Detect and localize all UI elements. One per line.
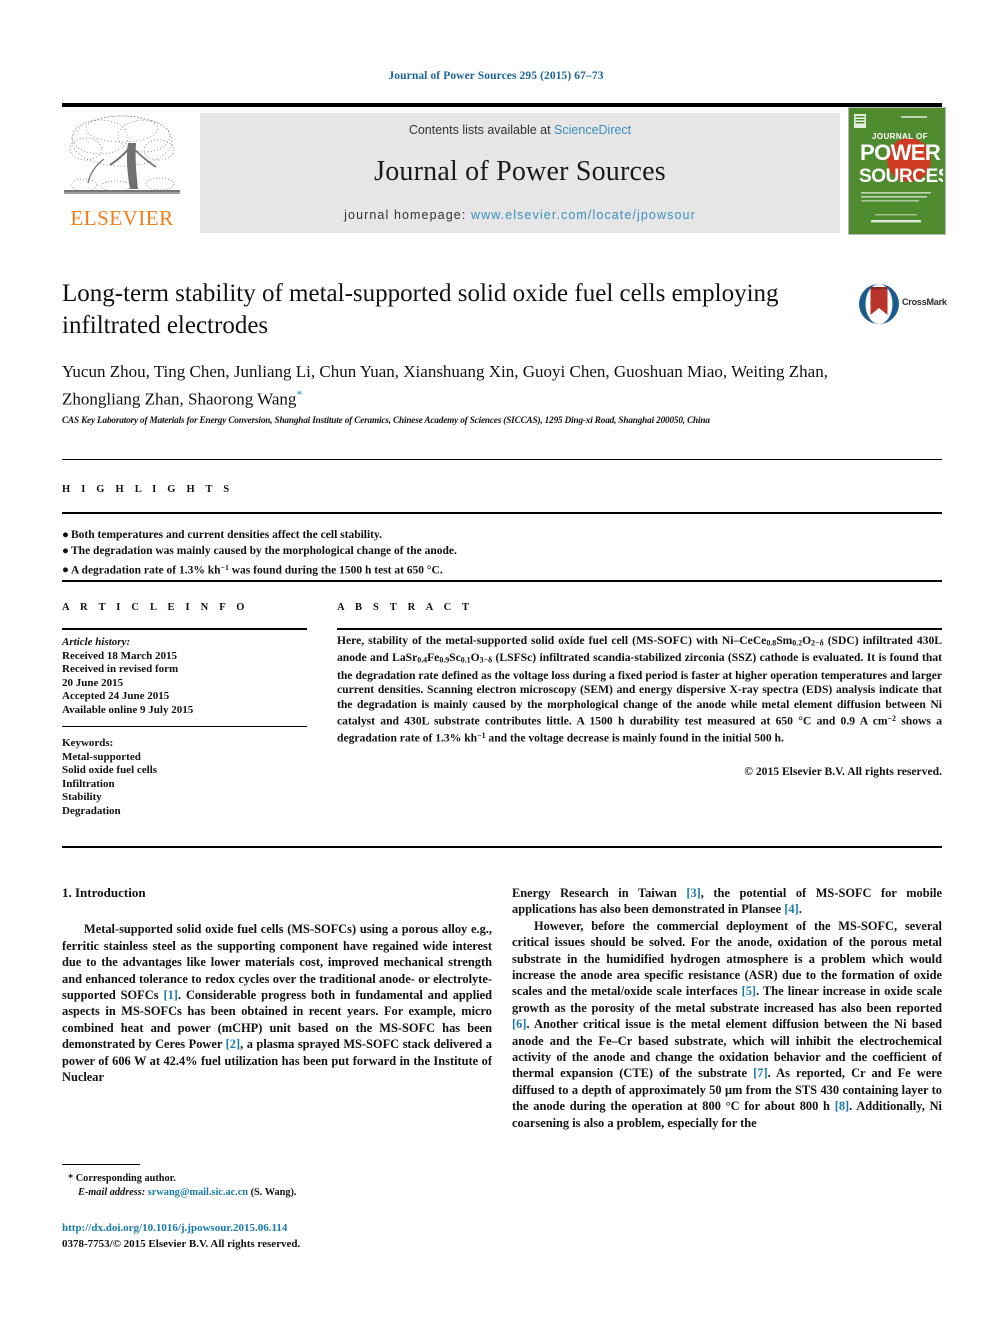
citation-ref[interactable]: [1] [163,988,177,1002]
abstract-label: A B S T R A C T [337,602,474,613]
journal-homepage-link[interactable]: www.elsevier.com/locate/jpowsour [471,208,696,222]
affiliation: CAS Key Laboratory of Materials for Ener… [62,415,710,425]
keywords-label: Keywords: [62,737,114,749]
citation-ref[interactable]: [4] [784,902,798,916]
bullet-icon: ● [62,545,69,558]
bullet-icon: ● [62,564,69,577]
highlight-item: ● A degradation rate of 1.3% kh−1 was fou… [62,560,662,579]
sciencedirect-link[interactable]: ScienceDirect [554,123,631,137]
body-column-left: 1. Introduction Metal-supported solid ox… [62,885,492,1085]
email-note: E-mail address: srwang@mail.sic.ac.cn (S… [68,1186,498,1200]
history-item: Received in revised form [62,663,179,676]
citation-ref[interactable]: [2] [226,1037,240,1051]
rule-below-highlights [62,580,942,582]
author-names: Yucun Zhou, Ting Chen, Junliang Li, Chun… [62,362,828,409]
running-head: Journal of Power Sources 295 (2015) 67–7… [388,70,604,82]
citation-ref[interactable]: [6] [512,1017,526,1031]
abstract-copyright: © 2015 Elsevier B.V. All rights reserved… [744,765,942,778]
svg-text:SOURCES: SOURCES [859,166,943,187]
article-history: Article history: Received 18 March 2015 … [62,636,307,718]
issn-copyright: 0378-7753/© 2015 Elsevier B.V. All right… [62,1238,301,1250]
rule-above-highlights [62,459,942,460]
keyword-item: Infiltration [62,777,115,790]
paragraph: Metal-supported solid oxide fuel cells (… [62,922,493,1085]
elsevier-wordmark: ELSEVIER [70,206,174,230]
keyword-item: Degradation [62,804,121,817]
body-column-right: Energy Research in Taiwan [3], the poten… [512,885,942,1131]
svg-text:POWER: POWER [860,140,941,165]
paragraph: Energy Research in Taiwan [3], the poten… [512,886,942,917]
masthead-top-rule [62,103,942,107]
corresponding-author-note: * Corresponding author. [68,1173,176,1184]
email-owner: (S. Wang). [250,1187,297,1198]
rule-above-keywords [62,726,307,727]
article-info-label: A R T I C L E I N F O [62,602,249,613]
keywords-block: Keywords: Metal-supported Solid oxide fu… [62,737,307,819]
bullet-icon: ● [62,529,69,541]
author-list: Yucun Zhou, Ting Chen, Junliang Li, Chun… [62,360,852,411]
rule-under-abstract-label [337,628,942,630]
page-title: Long-term stability of metal-supported s… [62,280,779,339]
highlights-label: H I G H L I G H T S [62,484,234,495]
keyword-item: Stability [62,791,102,804]
article-history-label: Article history: [62,636,131,648]
highlight-item: ● Both temperatures and current densities… [62,527,662,543]
crossmark-icon [859,284,899,324]
footnote-block: * Corresponding author. E-mail address: … [68,1172,498,1200]
elsevier-tree-icon [64,113,180,205]
paragraph: However, before the commercial deploymen… [512,918,942,1130]
footnote-marker: * [68,1173,74,1184]
crossmark-label: CrossMark [902,297,947,307]
keyword-item: Metal-supported [62,750,141,763]
rule-under-article-info-label [62,628,307,630]
journal-homepage-line: journal homepage: www.elsevier.com/locat… [200,208,840,222]
history-item: Accepted 24 June 2015 [62,690,170,703]
footnote-separator [62,1164,140,1165]
citation-ref[interactable]: [3] [686,886,700,900]
citation-ref[interactable]: [8] [835,1099,849,1113]
highlight-item: ● The degradation was mainly caused by th… [62,543,662,559]
rule-under-highlights-label [62,512,942,514]
contents-available-line: Contents lists available at ScienceDirec… [200,123,840,137]
journal-header-band: Contents lists available at ScienceDirec… [200,113,840,233]
journal-cover-thumbnail: JOURNAL OF POWER SOURCES [848,107,946,235]
abstract-formula-sdc: Ce0.8Sm0.2O2−δ [752,634,824,648]
citation-ref[interactable]: [5] [742,984,756,998]
journal-title: Journal of Power Sources [374,156,666,187]
section-heading-introduction: 1. Introduction [62,885,146,900]
crossmark-badge[interactable]: CrossMark [858,283,947,325]
citation-ref[interactable]: [7] [753,1066,767,1080]
article-first-page: Journal of Power Sources 295 (2015) 67–7… [0,0,992,1323]
keyword-item: Solid oxide fuel cells [62,764,158,777]
homepage-prefix: journal homepage: [344,208,471,222]
abstract-text: Here, stability of the metal-supported s… [337,634,942,745]
email-link[interactable]: srwang@mail.sic.ac.cn [148,1187,248,1198]
rule-above-body [62,846,942,848]
elsevier-logo: ELSEVIER [62,113,182,233]
history-item: Available online 9 July 2015 [62,703,194,716]
email-label: E-mail address: [78,1187,146,1198]
doi-link[interactable]: http://dx.doi.org/10.1016/j.jpowsour.201… [62,1222,287,1234]
history-item: 20 June 2015 [62,676,124,689]
contents-prefix: Contents lists available at [408,123,555,137]
journal-masthead: ELSEVIER Contents lists available at Sci… [62,103,946,235]
history-item: Received 18 March 2015 [62,649,177,662]
corresponding-author-marker: * [296,387,303,401]
abstract-formula-lsfsc: Sr0.4Fe0.9Sc0.1O3−δ [405,651,493,666]
highlights-list: ● Both temperatures and current densities… [62,527,662,579]
